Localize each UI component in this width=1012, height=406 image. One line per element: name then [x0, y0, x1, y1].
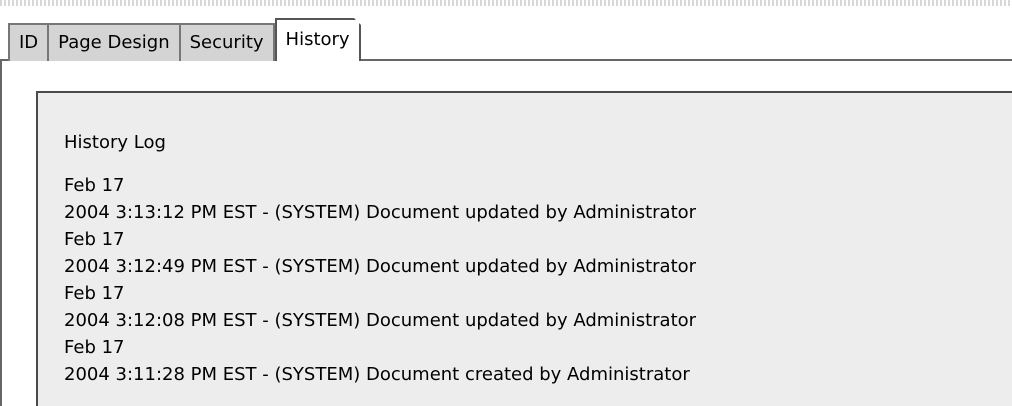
tab-security[interactable]: Security [178, 23, 275, 61]
tab-page-design[interactable]: Page Design [47, 23, 179, 61]
history-log-title: History Log [64, 132, 166, 153]
history-entry-text: 2004 3:13:12 PM EST - (SYSTEM) Document … [64, 202, 697, 223]
history-log-box: History Log Feb 17 2004 3:13:12 PM EST -… [36, 91, 1012, 406]
tab-history-label: History [285, 29, 350, 50]
tab-corner-notch [353, 18, 361, 25]
history-log-entry: Feb 17 2004 3:12:08 PM EST - (SYSTEM) Do… [64, 280, 696, 334]
history-entry-date: Feb 17 [64, 229, 125, 250]
history-entry-date: Feb 17 [64, 337, 125, 358]
history-entry-date: Feb 17 [64, 283, 125, 304]
top-border-strip [0, 0, 1012, 6]
tab-history[interactable]: History [274, 18, 361, 61]
tab-id[interactable]: ID [8, 23, 48, 61]
tab-panel: History Log Feb 17 2004 3:13:12 PM EST -… [0, 59, 1012, 406]
history-entry-text: 2004 3:12:08 PM EST - (SYSTEM) Document … [64, 310, 697, 331]
history-log-entry: Feb 17 2004 3:11:28 PM EST - (SYSTEM) Do… [64, 334, 696, 388]
history-log-entry: Feb 17 2004 3:13:12 PM EST - (SYSTEM) Do… [64, 172, 696, 226]
history-entry-text: 2004 3:11:28 PM EST - (SYSTEM) Document … [64, 364, 690, 385]
history-log-entry: Feb 17 2004 3:12:49 PM EST - (SYSTEM) Do… [64, 226, 696, 280]
tab-bar: ID Page Design Security History [8, 18, 361, 61]
history-window: History Log Feb 17 2004 3:13:12 PM EST -… [0, 0, 1012, 406]
history-log-list: Feb 17 2004 3:13:12 PM EST - (SYSTEM) Do… [64, 172, 696, 388]
history-entry-date: Feb 17 [64, 175, 125, 196]
history-entry-text: 2004 3:12:49 PM EST - (SYSTEM) Document … [64, 256, 697, 277]
